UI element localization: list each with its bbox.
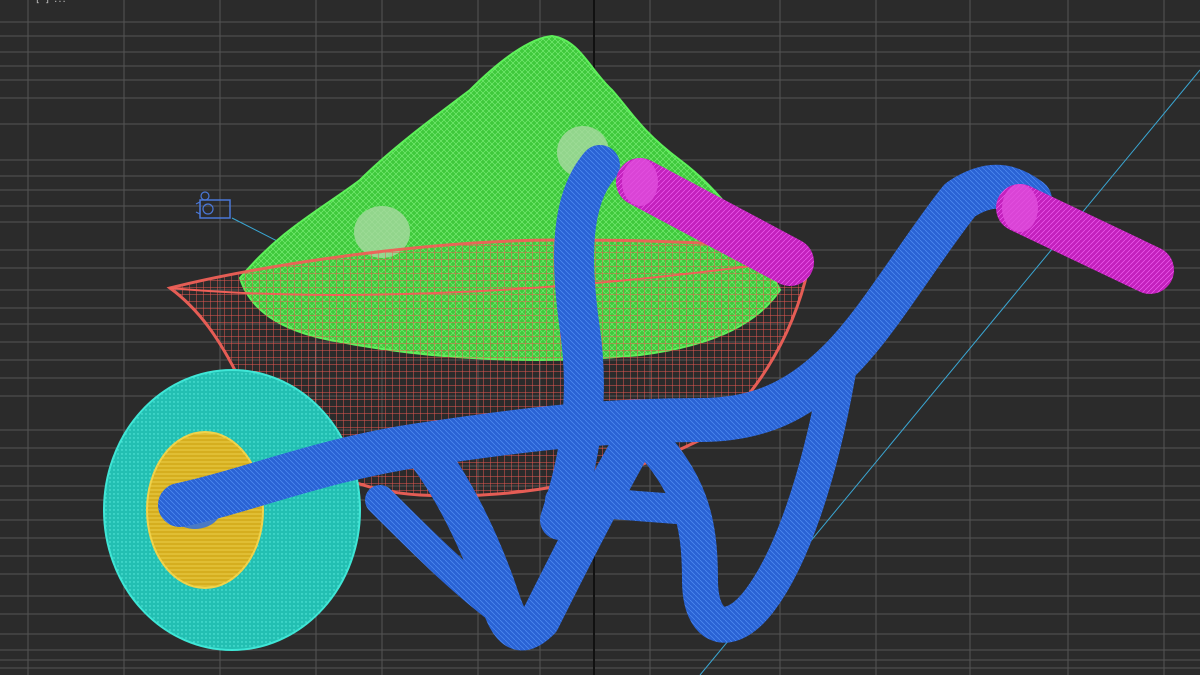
viewport-canvas[interactable] [0, 0, 1200, 675]
camera-icon[interactable] [195, 191, 231, 219]
3d-viewport[interactable]: [ ] ... [0, 0, 1200, 675]
